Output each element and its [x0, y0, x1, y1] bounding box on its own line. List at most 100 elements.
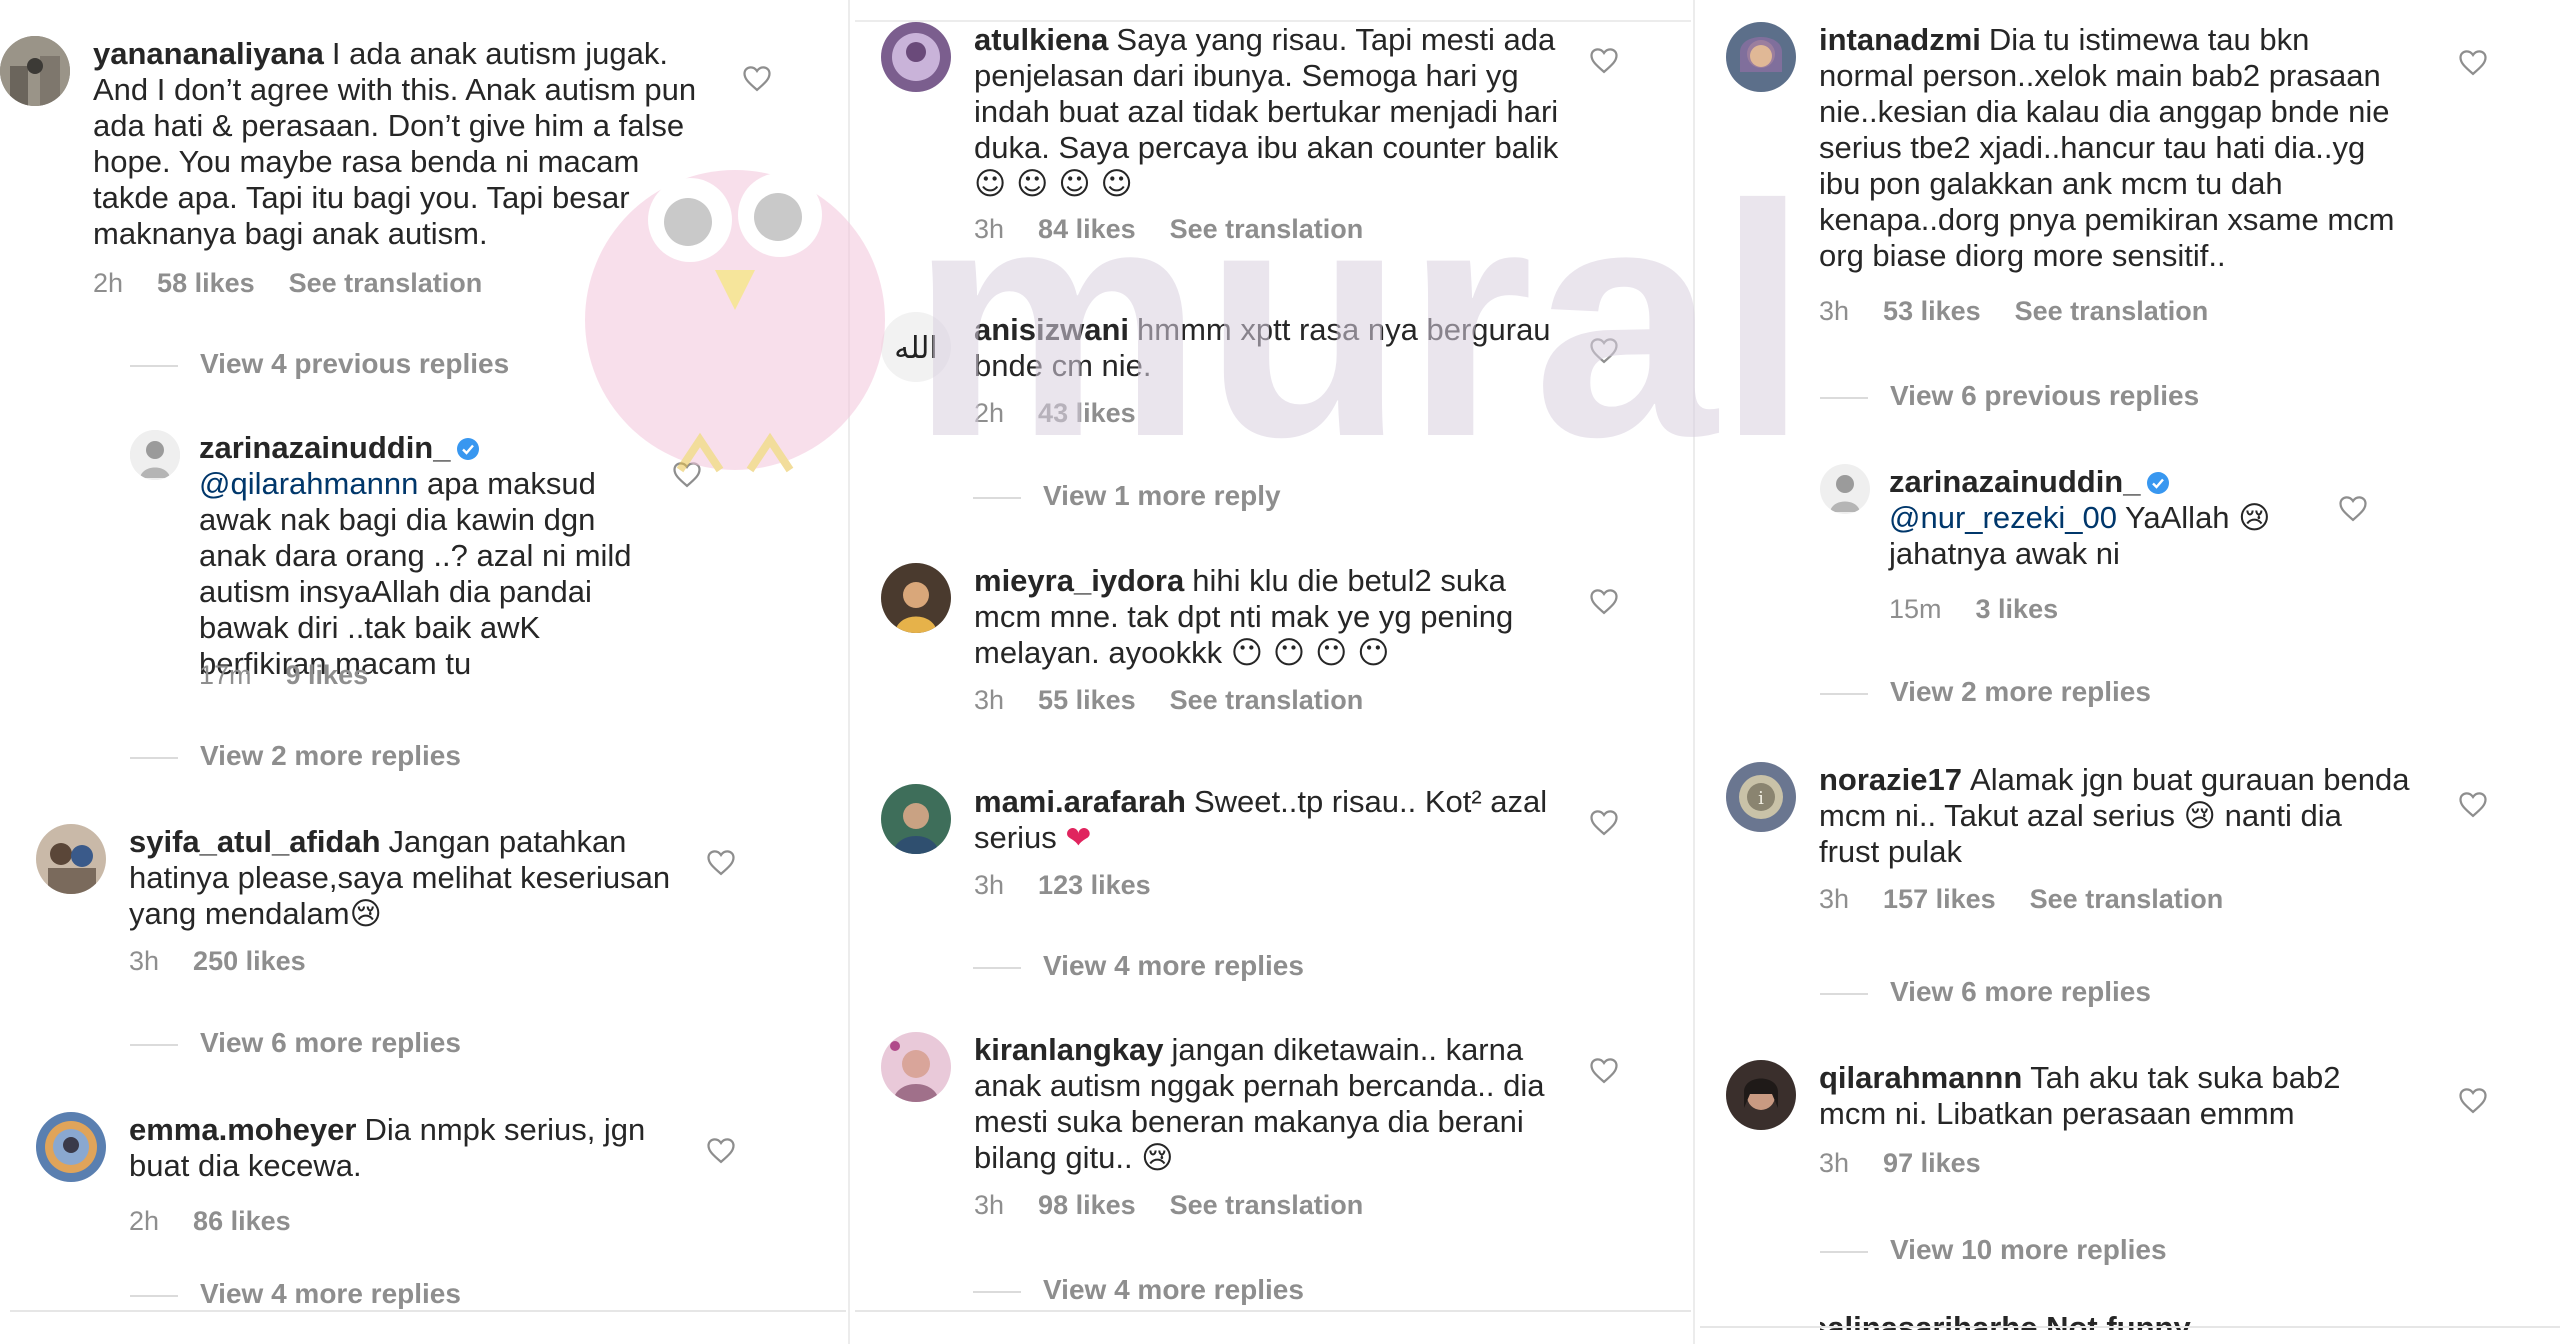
view-replies-button[interactable]: View 6 more replies [1820, 976, 2151, 1008]
likes-count[interactable]: 84 likes [1038, 214, 1136, 244]
avatar[interactable] [36, 1112, 106, 1182]
likes-count[interactable]: 250 likes [193, 946, 306, 976]
see-translation-link[interactable]: See translation [2015, 296, 2209, 326]
timestamp: 2h [129, 1206, 160, 1236]
heart-icon[interactable] [1589, 1056, 1619, 1084]
view-replies-button[interactable]: View 2 more replies [1820, 676, 2151, 708]
username[interactable]: qilarahmannn [1819, 1060, 2022, 1095]
crying-emoji-icon: 😢 [349, 896, 382, 932]
avatar[interactable] [881, 1032, 951, 1102]
divider [1820, 1250, 1868, 1253]
divider [973, 1290, 1021, 1293]
comment-text: zarinazainuddin_@qilarahmannn apa maksud… [199, 430, 651, 682]
divider [855, 1310, 1691, 1312]
svg-text:الله: الله [894, 331, 938, 366]
username[interactable]: zarinazainuddin_ [1889, 464, 2140, 499]
comment-body-line2: jahatnya awak ni [1889, 536, 2120, 571]
likes-count[interactable]: 43 likes [1038, 398, 1136, 428]
username[interactable]: emma.moheyer [129, 1112, 356, 1147]
red-heart-emoji-icon: ❤ [1065, 820, 1092, 856]
comment-meta: 2h 58 likes See translation [93, 268, 516, 299]
comment-meta: 2h 86 likes [129, 1206, 325, 1237]
comment-meta: 2h 43 likes [974, 398, 1170, 429]
comment-meta: 15m 3 likes [1889, 594, 2092, 625]
avatar[interactable] [1726, 22, 1796, 92]
likes-count[interactable]: 3 likes [1976, 594, 2059, 624]
heart-icon[interactable] [742, 64, 772, 92]
likes-count[interactable]: 97 likes [1883, 1148, 1981, 1178]
username[interactable]: mieyra_iydora [974, 563, 1184, 598]
avatar[interactable] [1820, 464, 1870, 514]
timestamp: 3h [974, 214, 1005, 244]
avatar[interactable]: i [1726, 762, 1796, 832]
view-replies-button[interactable]: View 6 previous replies [1820, 380, 2199, 412]
avatar[interactable] [0, 36, 70, 106]
view-replies-button[interactable]: View 4 more replies [973, 1274, 1304, 1306]
view-replies-button[interactable]: View 4 more replies [973, 950, 1304, 982]
timestamp: 3h [1819, 296, 1850, 326]
likes-count[interactable]: 9 likes [286, 660, 369, 690]
username[interactable]: norazie17 [1819, 762, 1962, 797]
likes-count[interactable]: 86 likes [193, 1206, 291, 1236]
comment-meta: 3h 53 likes See translation [1819, 296, 2242, 327]
timestamp: 3h [974, 685, 1005, 715]
avatar[interactable] [881, 22, 951, 92]
avatar[interactable] [130, 430, 180, 480]
likes-count[interactable]: 98 likes [1038, 1190, 1136, 1220]
likes-count[interactable]: 55 likes [1038, 685, 1136, 715]
username[interactable]: mami.arafarah [974, 784, 1186, 819]
see-translation-link[interactable]: See translation [289, 268, 483, 298]
username[interactable]: intanadzmi [1819, 22, 1981, 57]
see-translation-link[interactable]: See translation [1170, 1190, 1364, 1220]
verified-badge-icon [2147, 472, 2170, 494]
heart-icon[interactable] [2458, 790, 2488, 818]
column-divider [1693, 0, 1695, 1344]
avatar[interactable] [36, 824, 106, 894]
username[interactable]: zarinazainuddin_ [199, 430, 450, 465]
comment-meta: 3h 250 likes [129, 946, 340, 977]
heart-icon[interactable] [1589, 336, 1619, 364]
likes-count[interactable]: 123 likes [1038, 870, 1151, 900]
view-replies-button[interactable]: View 10 more replies [1820, 1234, 2167, 1266]
heart-icon[interactable] [2338, 494, 2368, 522]
username[interactable]: atulkiena [974, 22, 1108, 57]
comment-text: yanananaliyana I ada anak autism jugak. A… [93, 36, 706, 252]
see-translation-link[interactable]: See translation [2030, 884, 2224, 914]
mention-link[interactable]: @nur_rezeki_00 [1889, 500, 2117, 535]
view-replies-button[interactable]: View 4 previous replies [130, 348, 509, 380]
view-replies-button[interactable]: View 4 more replies [130, 1278, 461, 1310]
heart-icon[interactable] [2458, 1086, 2488, 1114]
username[interactable]: syifa_atul_afidah [129, 824, 381, 859]
comment-text: zarinazainuddin_ @nur_rezeki_00 YaAllah … [1889, 464, 2360, 572]
avatar[interactable] [1726, 1060, 1796, 1130]
likes-count[interactable]: 53 likes [1883, 296, 1981, 326]
heart-icon[interactable] [1589, 808, 1619, 836]
see-translation-link[interactable]: See translation [1170, 685, 1364, 715]
username[interactable]: kiranlangkay [974, 1032, 1164, 1067]
mention-link[interactable]: @qilarahmannn [199, 466, 418, 501]
avatar[interactable] [881, 784, 951, 854]
heart-icon[interactable] [2458, 48, 2488, 76]
see-translation-link[interactable]: See translation [1170, 214, 1364, 244]
crying-emoji-icon: 😢 [2183, 798, 2216, 834]
heart-icon[interactable] [672, 460, 702, 488]
avatar[interactable]: الله [881, 312, 951, 382]
view-replies-button[interactable]: View 6 more replies [130, 1027, 461, 1059]
comment-text: atulkiena Saya yang risau. Tapi mesti ada… [974, 22, 1571, 202]
username[interactable]: anisizwani [974, 312, 1129, 347]
comment-meta: 3h 84 likes See translation [974, 214, 1397, 245]
heart-icon[interactable] [706, 1136, 736, 1164]
heart-icon[interactable] [1589, 46, 1619, 74]
comment-meta: 17m 9 likes [199, 660, 402, 691]
divider [1820, 992, 1868, 995]
likes-count[interactable]: 157 likes [1883, 884, 1996, 914]
heart-icon[interactable] [1589, 587, 1619, 615]
divider [1820, 692, 1868, 695]
likes-count[interactable]: 58 likes [157, 268, 255, 298]
view-replies-button[interactable]: View 2 more replies [130, 740, 461, 772]
avatar[interactable] [881, 563, 951, 633]
view-replies-button[interactable]: View 1 more reply [973, 480, 1281, 512]
username[interactable]: yanananaliyana [93, 36, 324, 71]
comments-column-1: yanananaliyana I ada anak autism jugak. A… [0, 0, 846, 1344]
heart-icon[interactable] [706, 848, 736, 876]
